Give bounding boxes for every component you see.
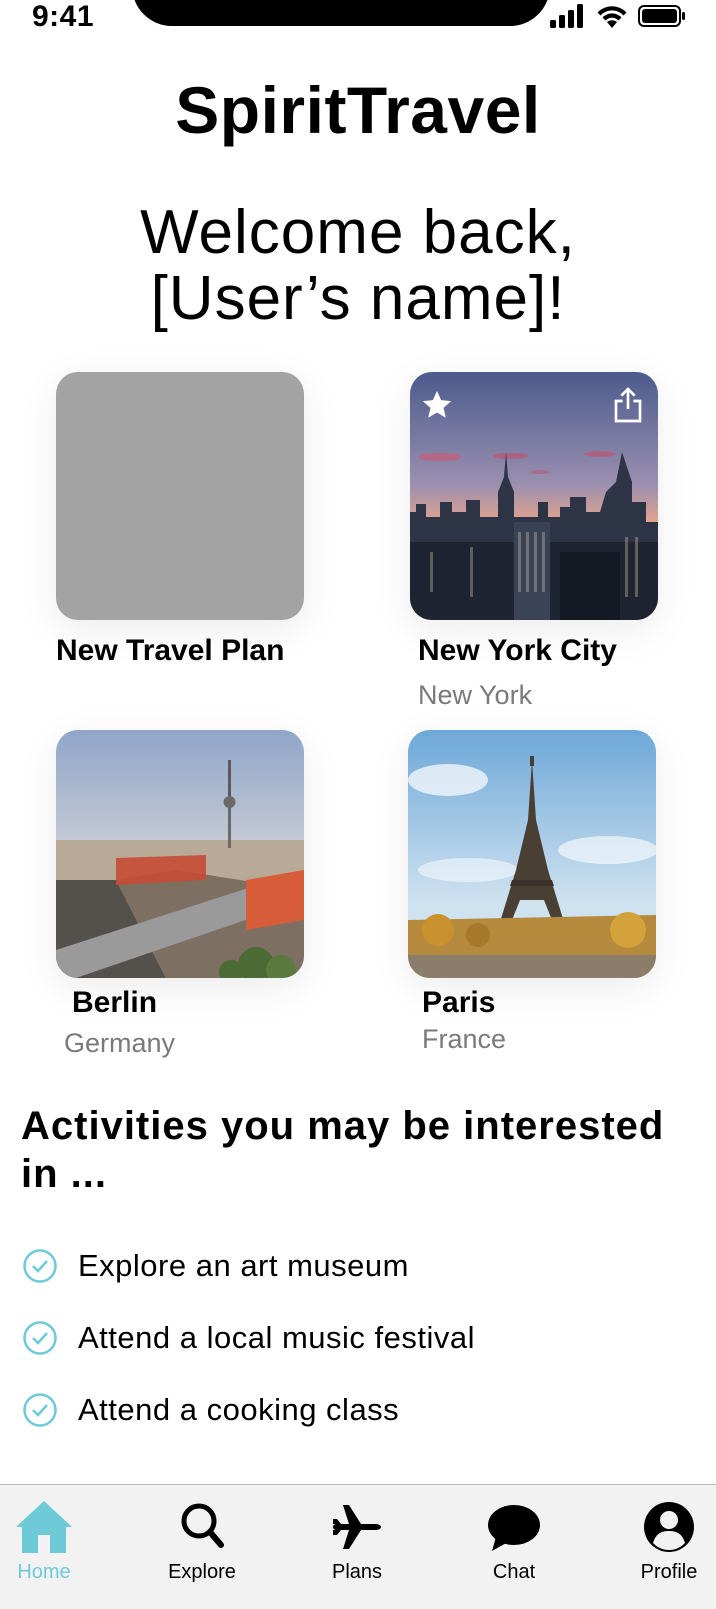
- paris-card[interactable]: [408, 730, 656, 978]
- tab-bar: Home Explore Plans Chat Profile: [0, 1484, 716, 1609]
- check-circle-icon: [23, 1249, 57, 1283]
- home-icon: [16, 1501, 72, 1553]
- profile-icon: [644, 1502, 694, 1552]
- tab-chat[interactable]: Chat: [454, 1497, 574, 1597]
- share-icon[interactable]: [612, 386, 644, 424]
- tab-label-home: Home: [17, 1561, 71, 1583]
- battery-icon: [638, 5, 685, 27]
- welcome-heading: Welcome back, [User’s name]!: [0, 200, 716, 332]
- activities-heading: Activities you may be interested in ...: [21, 1104, 665, 1196]
- activity-item[interactable]: Attend a local music festival: [22, 1318, 475, 1358]
- card-subtitle-france: France: [422, 1024, 507, 1054]
- chat-bubble-icon: [488, 1505, 540, 1551]
- tab-label-plans: Plans: [331, 1561, 383, 1583]
- activity-label: Explore an art museum: [78, 1248, 409, 1283]
- card-subtitle-germany: Germany: [64, 1028, 176, 1058]
- star-icon[interactable]: [420, 388, 454, 422]
- berlin-cityscape-image: [56, 730, 304, 978]
- activity-label: Attend a local music festival: [78, 1320, 476, 1355]
- berlin-card[interactable]: [56, 730, 304, 978]
- card-title-berlin[interactable]: Berlin: [72, 986, 157, 1020]
- status-icons: [550, 4, 686, 28]
- welcome-line-2: [User’s name]!: [150, 264, 566, 333]
- card-title-paris[interactable]: Paris: [422, 986, 495, 1020]
- activity-label: Attend a cooking class: [78, 1392, 400, 1427]
- card-title-new-travel-plan[interactable]: New Travel Plan: [56, 634, 284, 668]
- activity-item[interactable]: Attend a cooking class: [22, 1390, 399, 1430]
- tab-profile[interactable]: Profile: [609, 1497, 716, 1597]
- cellular-signal-icon: [550, 4, 583, 28]
- tab-label-explore: Explore: [168, 1561, 236, 1583]
- status-time: 9:41: [32, 0, 95, 33]
- search-icon: [181, 1503, 224, 1548]
- airplane-icon: [333, 1505, 381, 1549]
- tab-label-chat: Chat: [492, 1561, 536, 1583]
- card-subtitle-new-york: New York: [418, 680, 533, 710]
- new-travel-plan-card[interactable]: [56, 372, 304, 620]
- tab-label-profile: Profile: [640, 1561, 698, 1583]
- tab-explore[interactable]: Explore: [142, 1497, 262, 1597]
- paris-eiffel-tower-image: [408, 730, 656, 978]
- new-york-city-card[interactable]: [410, 372, 658, 620]
- tab-home[interactable]: Home: [0, 1497, 104, 1597]
- welcome-line-1: Welcome back,: [140, 198, 576, 267]
- wifi-icon: [597, 6, 627, 28]
- tab-plans[interactable]: Plans: [297, 1497, 417, 1597]
- check-circle-icon: [23, 1321, 57, 1355]
- check-circle-icon: [23, 1393, 57, 1427]
- status-bar: 9:41: [0, 0, 716, 36]
- device-notch: [132, 0, 550, 26]
- app-title: SpiritTravel: [175, 73, 541, 147]
- card-title-new-york-city[interactable]: New York City: [418, 634, 617, 668]
- activity-item[interactable]: Explore an art museum: [22, 1246, 409, 1286]
